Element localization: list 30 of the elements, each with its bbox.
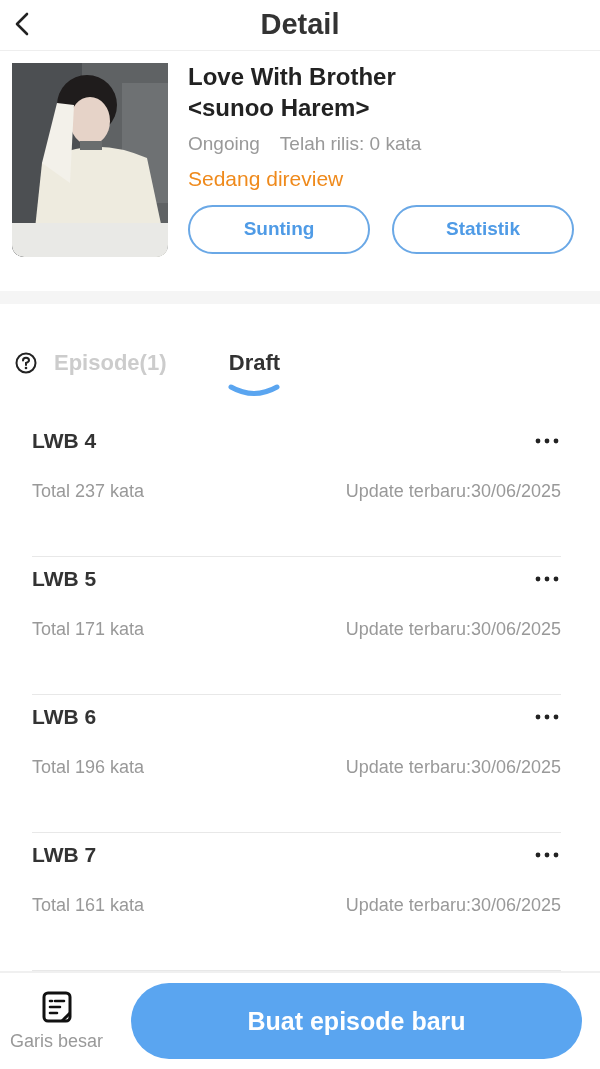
- outline-button[interactable]: Sunting: [188, 204, 370, 254]
- word-count: Total 161 kata: [32, 895, 145, 917]
- word-count: Total 196 kata: [32, 757, 145, 779]
- more-icon[interactable]: [535, 714, 559, 721]
- page-title: Detail: [260, 8, 340, 42]
- tab[interactable]: Draft: [228, 349, 281, 398]
- outline-label[interactable]: Garis besar: [10, 1030, 104, 1052]
- draft-title: LWB 7: [32, 843, 97, 868]
- document-icon[interactable]: [41, 990, 72, 1023]
- book-title: Love With Brother: [188, 61, 397, 92]
- word-count: Total 237 kata: [32, 481, 145, 503]
- book-title: <sunoo Harem>: [188, 92, 371, 123]
- outline-button[interactable]: Statistik: [392, 204, 574, 254]
- word-count: Total 171 kata: [32, 619, 145, 641]
- more-icon[interactable]: [535, 852, 559, 859]
- update-date: Update terbaru:30/06/2025: [345, 757, 561, 779]
- more-icon[interactable]: [535, 438, 559, 445]
- more-icon[interactable]: [535, 576, 559, 583]
- update-date: Update terbaru:30/06/2025: [345, 481, 561, 503]
- draft-title: LWB 6: [32, 705, 97, 730]
- status-text: Ongoing: [188, 132, 260, 155]
- word-count: Telah rilis: 0 kata: [279, 132, 422, 155]
- help-icon[interactable]: [14, 350, 38, 375]
- update-date: Update terbaru:30/06/2025: [345, 619, 561, 641]
- review-status: Sedang direview: [188, 166, 345, 191]
- draft-title: LWB 4: [32, 429, 97, 454]
- update-date: Update terbaru:30/06/2025: [345, 895, 561, 917]
- new-episode-button[interactable]: Buat episode baru: [131, 983, 582, 1060]
- tab-indicator: [228, 383, 281, 398]
- draft-title: LWB 5: [32, 567, 97, 592]
